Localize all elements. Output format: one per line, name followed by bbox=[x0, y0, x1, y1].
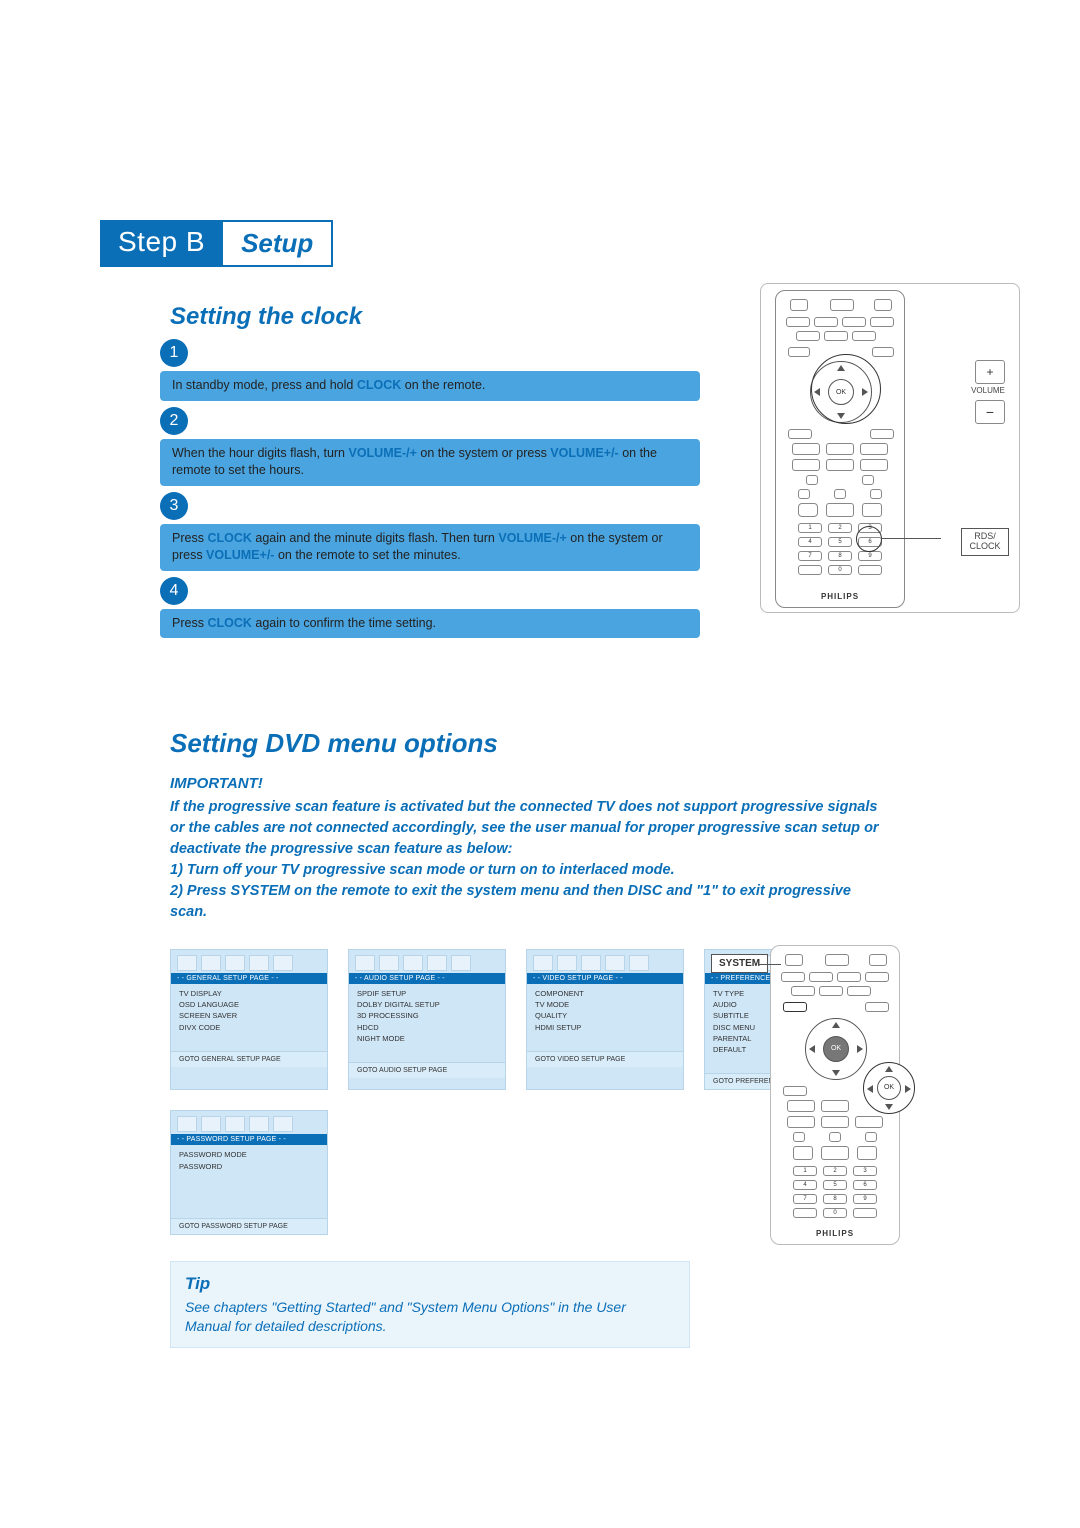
instruction-1: In standby mode, press and hold CLOCK on… bbox=[160, 371, 700, 401]
volume-plus: + bbox=[975, 360, 1005, 384]
menu-general: - - GENERAL SETUP PAGE - - TV DISPLAY OS… bbox=[170, 949, 328, 1091]
tip-body: See chapters "Getting Started" and "Syst… bbox=[185, 1298, 675, 1337]
ok-callout-inner: OK bbox=[877, 1076, 901, 1100]
remote-illustration-bottom: SYSTEM OK OK bbox=[770, 945, 900, 1245]
important-heading: IMPORTANT! bbox=[170, 773, 880, 795]
step-number-1: 1 bbox=[160, 339, 188, 367]
important-item-2: 2) Press SYSTEM on the remote to exit th… bbox=[170, 881, 880, 923]
instruction-3: Press CLOCK again and the minute digits … bbox=[160, 524, 700, 571]
important-block: IMPORTANT! If the progressive scan featu… bbox=[170, 773, 880, 923]
step-title: Setup bbox=[223, 220, 333, 267]
step-number-4: 4 bbox=[160, 577, 188, 605]
step-label: Step B bbox=[100, 220, 223, 267]
volume-label: VOLUME bbox=[963, 386, 1013, 395]
remote-illustration-top: OK bbox=[760, 283, 1020, 613]
tip-box: Tip See chapters "Getting Started" and "… bbox=[170, 1261, 690, 1348]
instruction-2: When the hour digits flash, turn VOLUME-… bbox=[160, 439, 700, 486]
volume-minus: − bbox=[975, 400, 1005, 424]
callout-ok-circle bbox=[811, 354, 881, 424]
important-body: If the progressive scan feature is activ… bbox=[170, 797, 880, 860]
instruction-4: Press CLOCK again to confirm the time se… bbox=[160, 609, 700, 639]
step-header: Step B Setup bbox=[100, 220, 333, 267]
menu-audio: - - AUDIO SETUP PAGE - - SPDIF SETUP DOL… bbox=[348, 949, 506, 1091]
brand-label-bottom: PHILIPS bbox=[771, 1229, 899, 1238]
clock-button-outline bbox=[856, 526, 882, 552]
rds-clock-label: RDS/ CLOCK bbox=[961, 528, 1009, 556]
menu-video: - - VIDEO SETUP PAGE - - COMPONENT TV MO… bbox=[526, 949, 684, 1091]
important-item-1: 1) Turn off your TV progressive scan mod… bbox=[170, 860, 880, 881]
menu-password: - - PASSWORD SETUP PAGE - - PASSWORD MOD… bbox=[170, 1110, 328, 1235]
step-number-2: 2 bbox=[160, 407, 188, 435]
step-number-3: 3 bbox=[160, 492, 188, 520]
brand-label: PHILIPS bbox=[776, 592, 904, 601]
tip-title: Tip bbox=[185, 1272, 675, 1296]
section-title-dvd: Setting DVD menu options bbox=[170, 728, 1020, 759]
